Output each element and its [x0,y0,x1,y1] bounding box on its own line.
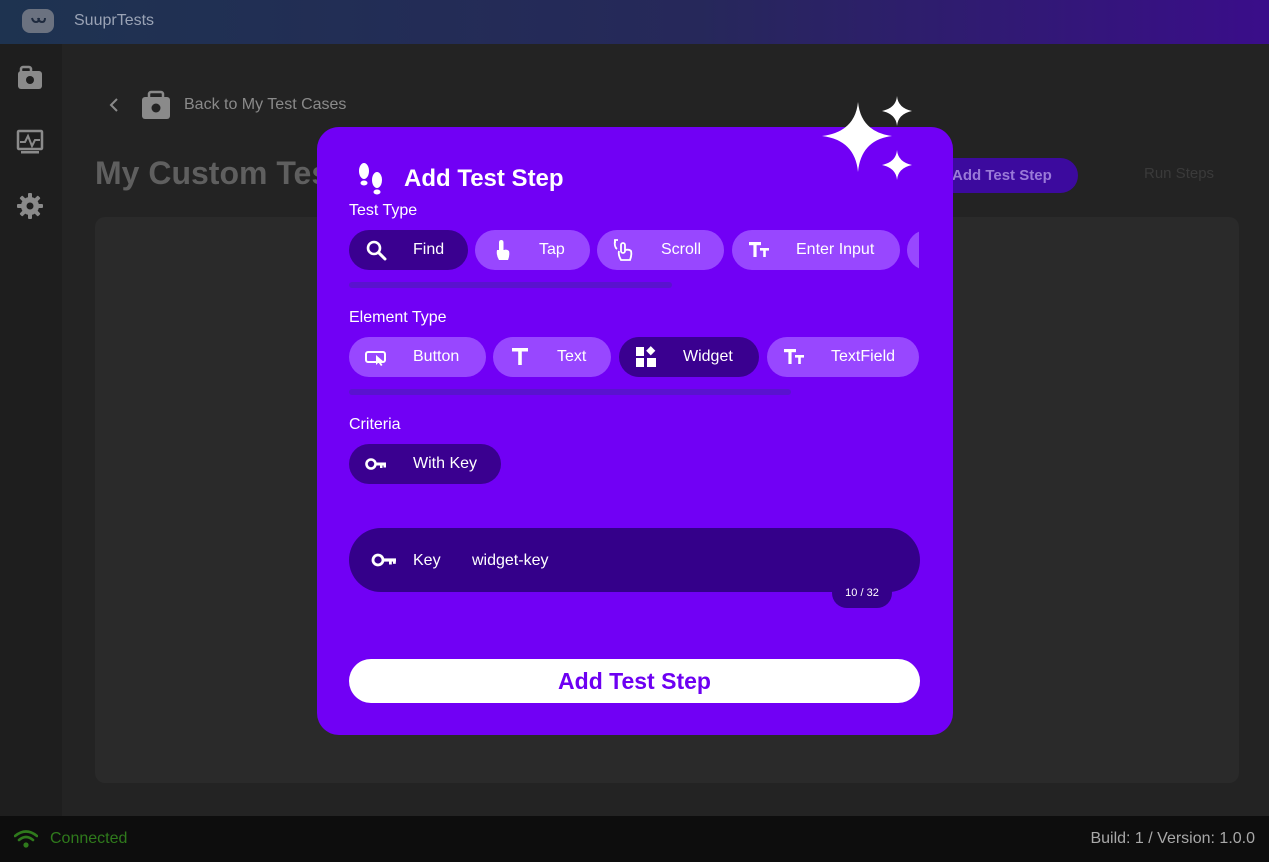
element-type-label: Element Type [349,309,447,326]
text-icon [512,348,528,365]
dialog-header: Add Test Step [356,160,564,198]
sidebar [0,44,62,816]
monitor-icon[interactable] [16,128,44,156]
element-type-scrollbar[interactable] [349,389,791,395]
chip-label: Find [413,241,445,258]
dialog-title: Add Test Step [404,165,564,192]
test-type-label: Test Type [349,202,418,219]
chip-with-key[interactable]: With Key [349,444,501,484]
tap-icon [496,240,510,260]
chip-label: Scroll [661,241,702,258]
chip-button[interactable]: Button [349,337,486,377]
chip-label: With Key [413,455,478,472]
key-input-label: Key [413,552,441,569]
chip-text[interactable]: Text [493,337,611,377]
text-format-icon [749,242,769,257]
scroll-icon [613,239,633,261]
run-steps-label: Run Steps [1144,165,1215,182]
text-format-icon [784,349,804,364]
button-icon [365,351,386,366]
run-steps-button[interactable]: Run Steps [1118,165,1238,187]
back-link[interactable]: Back to My Test Cases [106,88,346,122]
chevron-left-icon [109,98,118,112]
search-icon [366,240,387,261]
criteria-chips: With Key [349,444,919,484]
chip-label: TextField [831,348,896,365]
chip-tap[interactable]: Tap [475,230,590,270]
chip-label: Widget [683,348,733,365]
key-icon [365,458,386,470]
key-input-value[interactable]: widget-key [472,552,548,570]
app-logo-icon [22,9,54,33]
character-counter: 10 / 32 [832,578,892,608]
wifi-icon [14,830,38,848]
back-label: Back to My Test Cases [184,96,347,113]
widget-icon [636,346,656,367]
chip-enter-input[interactable]: Enter Input [732,230,900,270]
chip-label: Button [413,348,460,365]
chip-scroll[interactable]: Scroll [597,230,724,270]
app-title: SuuprTests [74,12,155,29]
test-case-icon [142,90,170,119]
test-cases-icon[interactable] [16,64,44,92]
build-version: Build: 1 / Version: 1.0.0 [1090,830,1255,847]
sparkles-icon [822,96,912,180]
chip-find[interactable]: Find [349,230,468,270]
test-type-scrollbar[interactable] [349,282,672,288]
chip-label: Enter Input [796,241,875,258]
chip-more[interactable] [907,230,919,270]
add-test-step-button[interactable]: Add Test Step [349,659,920,703]
page-title: My Custom Test [95,155,340,191]
add-test-step-button-background[interactable]: Add Test Step [932,158,1078,193]
chip-label: Text [557,348,587,365]
footsteps-icon [359,163,382,195]
connection-status: Connected [50,830,128,847]
gear-icon[interactable] [16,192,44,220]
key-icon [371,553,396,567]
chip-widget[interactable]: Widget [619,337,759,377]
criteria-label: Criteria [349,416,401,433]
status-bar: Connected Build: 1 / Version: 1.0.0 [0,816,1269,862]
test-type-chips: Find Tap Scroll Enter Input [349,230,919,270]
title-bar: SuuprTests [0,0,1269,44]
element-type-chips: Button Text Widget TextField [349,337,919,377]
key-input[interactable]: Key widget-key [349,528,920,592]
chip-textfield[interactable]: TextField [767,337,919,377]
chip-label: Tap [539,241,565,258]
